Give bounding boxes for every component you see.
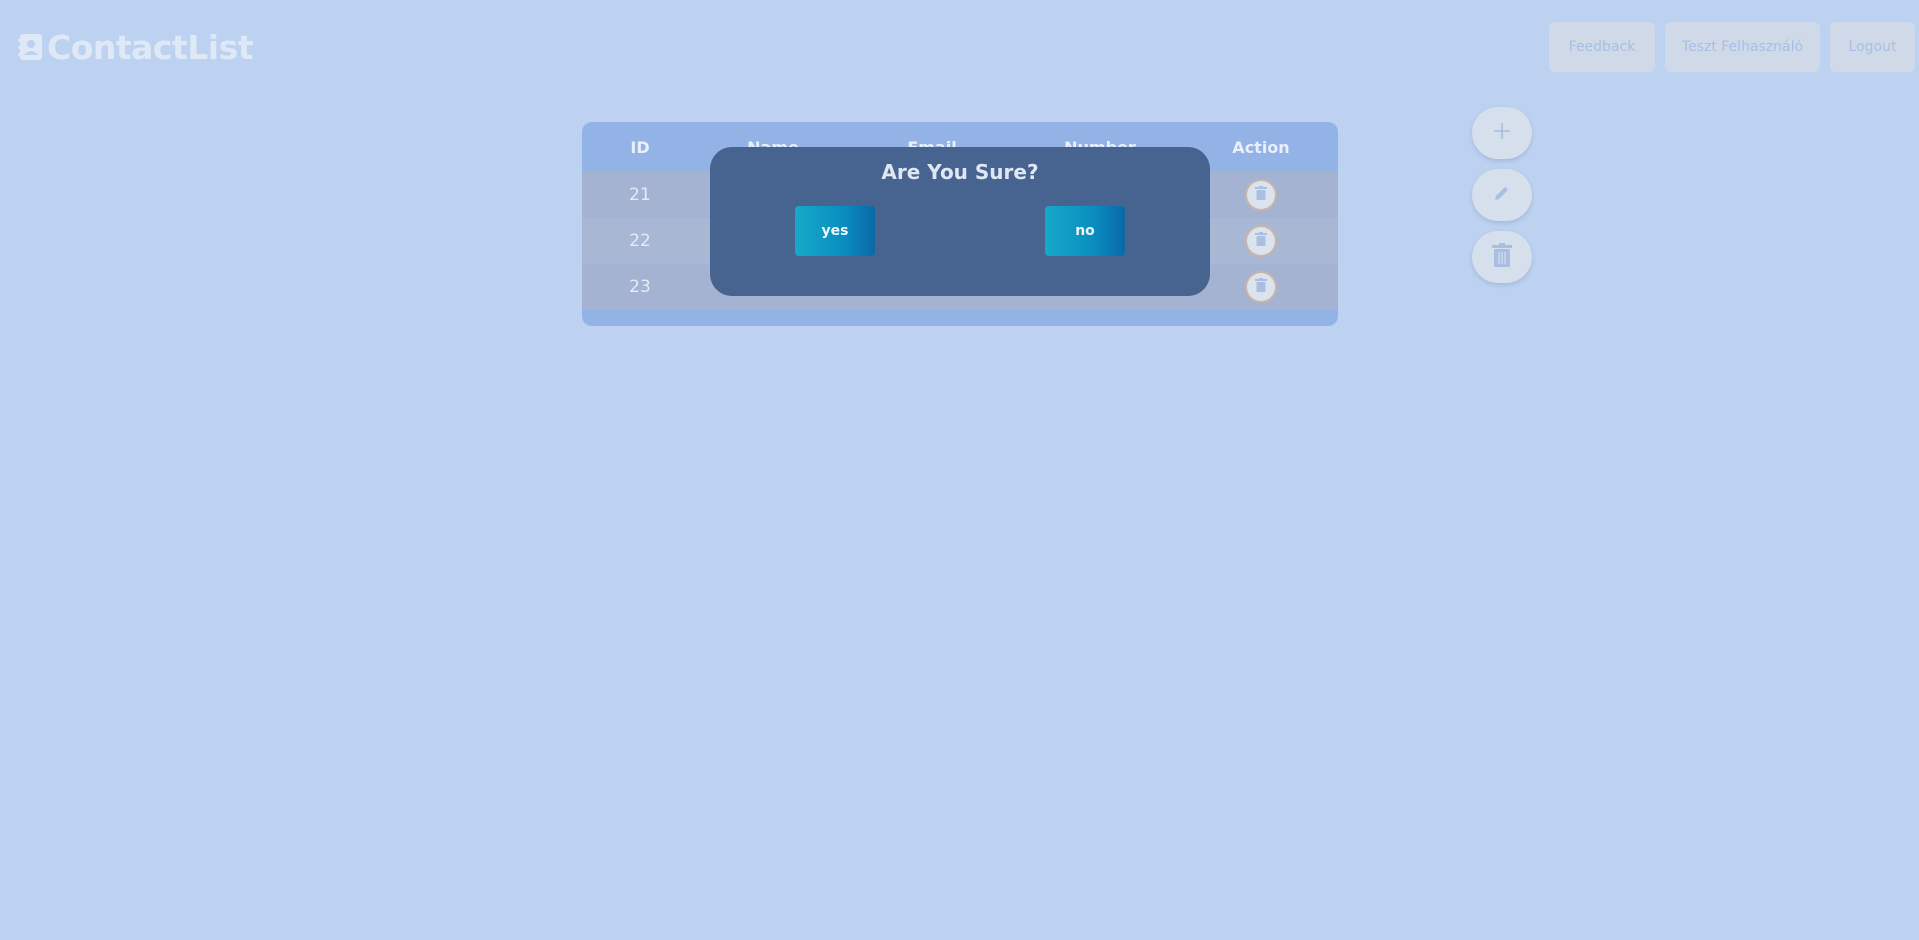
logo-text: ContactList: [47, 27, 254, 67]
dialog-title: Are You Sure?: [881, 160, 1039, 184]
column-header-id: ID: [630, 138, 650, 157]
cell-id: 23: [629, 277, 651, 297]
plus-icon: [1492, 121, 1512, 145]
yes-button[interactable]: yes: [795, 206, 875, 256]
column-header-action: Action: [1232, 138, 1290, 157]
row-delete-button[interactable]: [1247, 273, 1275, 301]
contact-book-icon: [18, 32, 44, 62]
row-delete-button[interactable]: [1247, 227, 1275, 255]
edit-contact-button[interactable]: [1472, 169, 1532, 221]
app-logo[interactable]: ContactList: [18, 27, 254, 67]
add-contact-button[interactable]: [1472, 107, 1532, 159]
no-button[interactable]: no: [1045, 206, 1125, 256]
row-delete-button[interactable]: [1247, 181, 1275, 209]
trash-icon: [1492, 243, 1512, 271]
trash-icon: [1255, 185, 1267, 205]
logout-button[interactable]: Logout: [1830, 22, 1915, 72]
delete-contact-button[interactable]: [1472, 231, 1532, 283]
user-button[interactable]: Teszt Felhasználó: [1665, 22, 1820, 72]
cell-id: 22: [629, 231, 651, 251]
trash-icon: [1255, 277, 1267, 297]
trash-icon: [1255, 231, 1267, 251]
cell-id: 21: [629, 185, 651, 205]
confirm-dialog: Are You Sure? yes no: [710, 147, 1210, 296]
pencil-icon: [1492, 183, 1512, 207]
feedback-button[interactable]: Feedback: [1549, 22, 1655, 72]
